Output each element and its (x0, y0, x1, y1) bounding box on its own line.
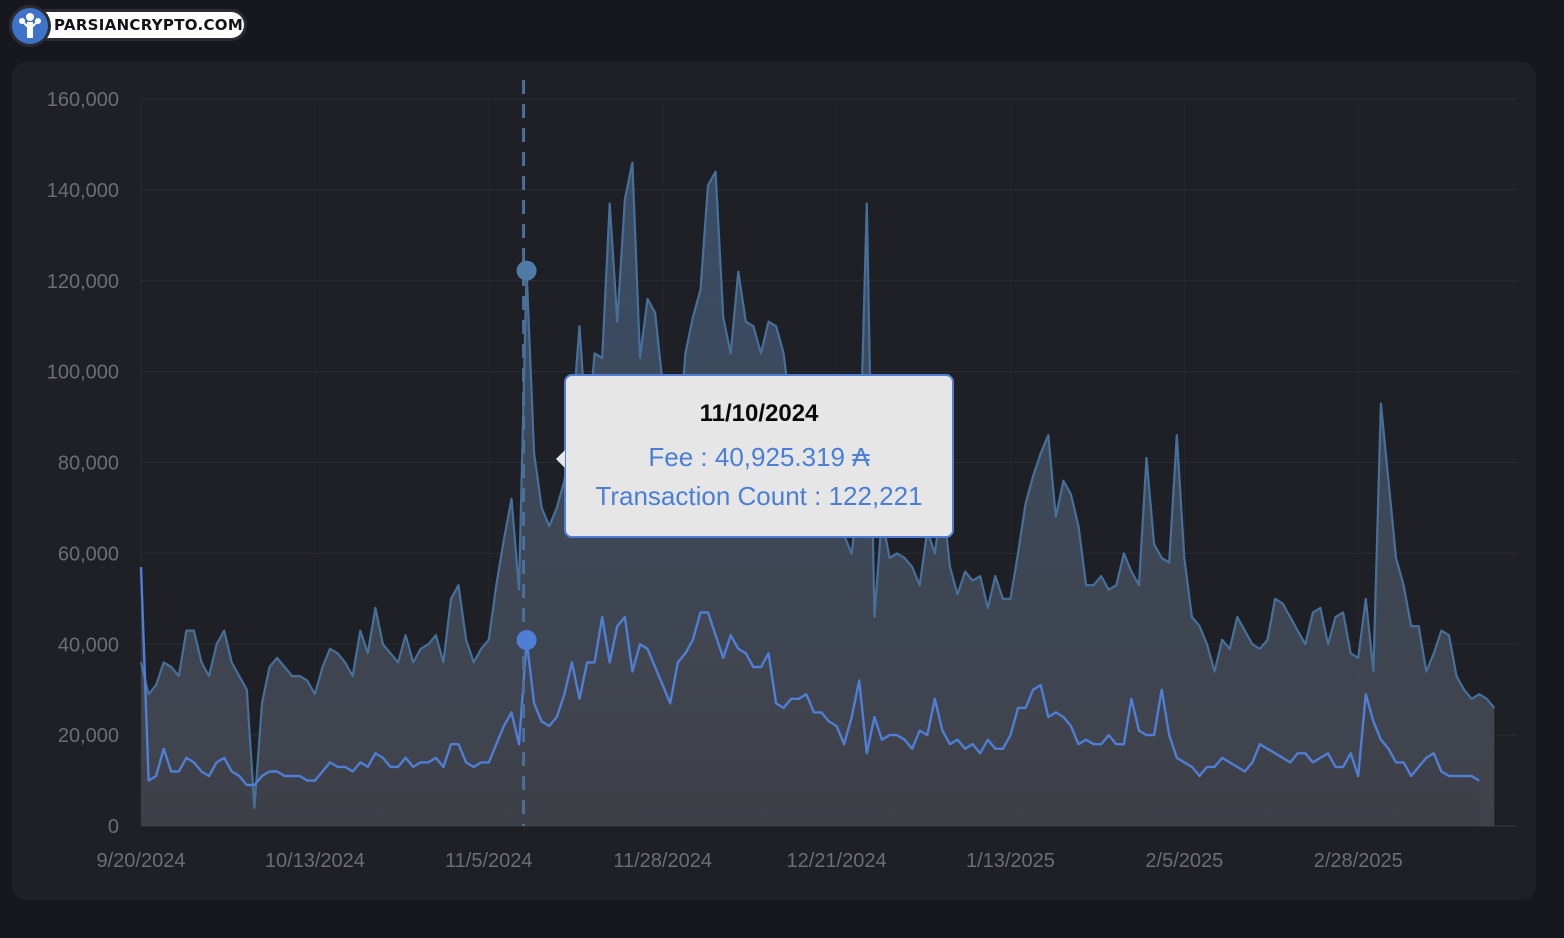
x-tick-label: 11/28/2024 (613, 850, 712, 872)
y-tick-label: 60,000 (58, 543, 119, 565)
y-tick-label: 160,000 (47, 89, 119, 111)
transaction-count-marker (516, 260, 537, 281)
chart-tooltip: 11/10/2024 Fee : 40,925.319 ₳ Transactio… (556, 374, 954, 538)
x-tick-label: 1/13/2025 (966, 850, 1055, 872)
x-tick-label: 12/21/2024 (787, 850, 887, 872)
y-tick-label: 120,000 (47, 271, 119, 293)
x-tick-label: 9/20/2024 (97, 850, 186, 872)
fee-marker (516, 630, 537, 651)
x-tick-label: 11/5/2024 (445, 850, 533, 872)
y-tick-label: 20,000 (58, 725, 119, 747)
tooltip-transaction-count: Transaction Count : 122,221 (595, 481, 923, 511)
tooltip-date: 11/10/2024 (699, 400, 819, 427)
x-axis: 9/20/2024 10/13/2024 11/5/2024 11/28/2024 12… (97, 850, 1403, 872)
x-tick-label: 2/28/2025 (1314, 850, 1403, 872)
y-tick-label: 100,000 (47, 362, 119, 384)
tooltip-fee: Fee : 40,925.319 ₳ (648, 442, 870, 472)
y-tick-label: 40,000 (58, 634, 119, 656)
y-tick-label: 140,000 (47, 180, 119, 202)
x-tick-label: 2/5/2025 (1145, 850, 1223, 872)
y-tick-label: 0 (108, 816, 119, 838)
x-tick-label: 10/13/2024 (265, 850, 365, 872)
y-axis: 0 20,000 40,000 60,000 80,000 100,000 120,000 1… (47, 89, 119, 838)
y-tick-label: 80,000 (58, 453, 119, 475)
